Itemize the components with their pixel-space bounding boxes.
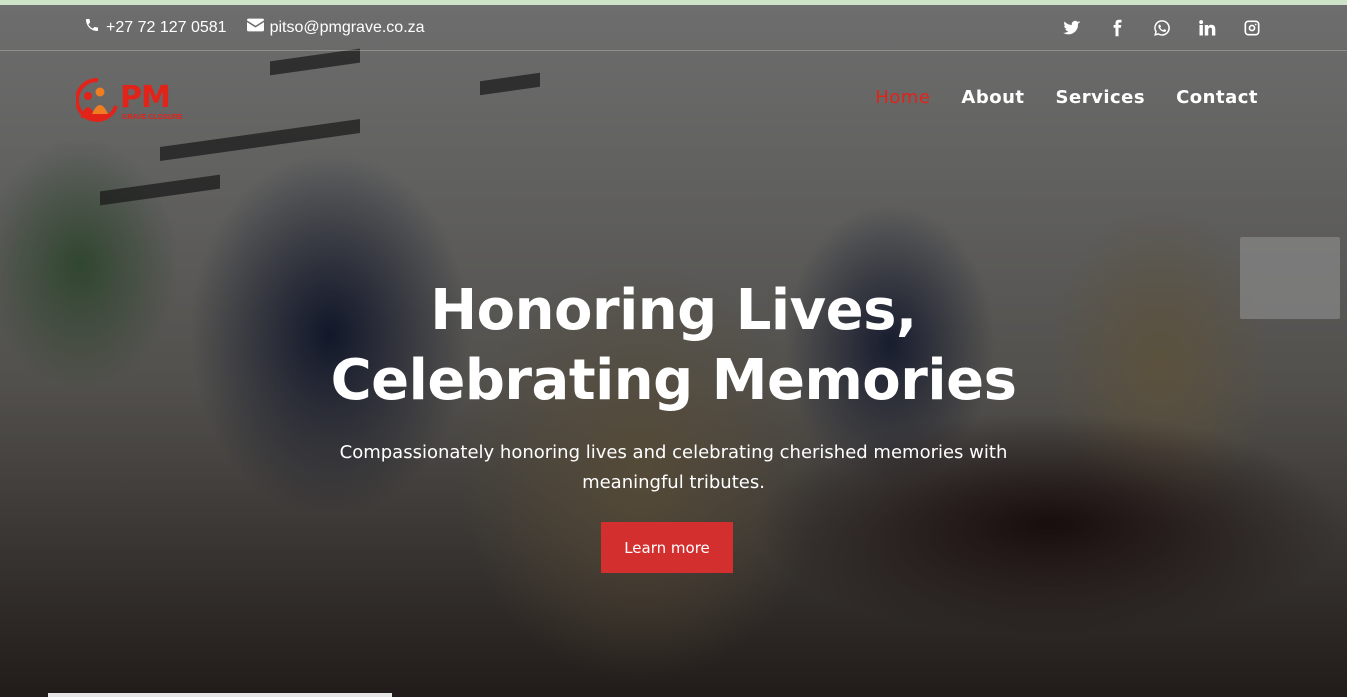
nav-about[interactable]: About	[961, 87, 1024, 108]
hero-title: Honoring Lives, Celebrating Memories	[0, 276, 1347, 416]
nav-contact[interactable]: Contact	[1176, 87, 1258, 108]
email-contact[interactable]: pitso@pmgrave.co.za	[246, 18, 425, 37]
hero-subtitle-line-1: Compassionately honoring lives and celeb…	[339, 442, 1008, 463]
hero-subtitle: Compassionately honoring lives and celeb…	[0, 438, 1347, 498]
email-address: pitso@pmgrave.co.za	[269, 18, 425, 36]
top-bar: +27 72 127 0581 pitso@pmgrave.co.za	[0, 5, 1347, 51]
social-links	[1063, 5, 1261, 50]
hero-title-line-2: Celebrating Memories	[330, 348, 1017, 413]
bottom-scroll-strip	[48, 693, 392, 697]
phone-icon	[84, 17, 100, 38]
instagram-icon[interactable]	[1243, 19, 1261, 37]
twitter-icon[interactable]	[1063, 19, 1081, 37]
facebook-icon[interactable]	[1108, 19, 1126, 37]
brand-tagline: GRAVE CLOSURE	[122, 114, 183, 121]
main-navigation: Home About Services Contact	[875, 87, 1258, 108]
contact-info: +27 72 127 0581 pitso@pmgrave.co.za	[84, 5, 445, 50]
hero-subtitle-line-2: meaningful tributes.	[582, 472, 765, 493]
hero-title-line-1: Honoring Lives,	[430, 278, 917, 343]
whatsapp-icon[interactable]	[1153, 19, 1171, 37]
phone-number: +27 72 127 0581	[106, 18, 227, 36]
linkedin-icon[interactable]	[1198, 19, 1216, 37]
logo-mark-icon	[74, 77, 118, 122]
brand-name: PM	[120, 80, 171, 115]
nav-services[interactable]: Services	[1056, 87, 1146, 108]
nav-home[interactable]: Home	[875, 87, 930, 108]
phone-contact[interactable]: +27 72 127 0581	[84, 17, 227, 38]
envelope-icon	[246, 18, 264, 37]
learn-more-button[interactable]: Learn more	[601, 522, 733, 573]
brand-logo[interactable]: PM GRAVE CLOSURE	[74, 76, 188, 128]
